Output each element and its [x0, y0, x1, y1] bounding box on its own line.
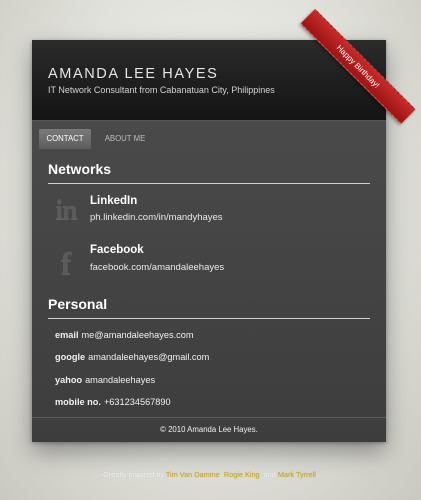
credit-link-rogie[interactable]: Rogie King [224, 470, 260, 479]
mobile-value[interactable]: +631234567890 [104, 397, 171, 407]
email-value[interactable]: me@amandaleehayes.com [82, 330, 194, 340]
networks-heading: Networks [48, 161, 112, 177]
tab-contact[interactable]: CONTACT [39, 129, 91, 149]
credit-sep-2: , and [259, 470, 278, 479]
linkedin-icon[interactable]: in [46, 191, 86, 231]
yahoo-value[interactable]: amandaleehayes [85, 375, 155, 385]
credit-link-mark[interactable]: Mark Tyrrell [278, 470, 316, 479]
linkedin-name: LinkedIn [90, 195, 138, 207]
footer-divider [32, 417, 386, 418]
google-value[interactable]: amandaleehayes@gmail.com [88, 352, 209, 362]
credit-prefix: Greatly inspired by [103, 470, 166, 479]
facebook-icon[interactable]: f [46, 241, 86, 281]
personal-row-yahoo: yahoo amandaleehayes [55, 375, 155, 385]
personal-row-mobile: mobile no. +631234567890 [55, 397, 171, 407]
credit-link-tim[interactable]: Tim Van Damme [166, 470, 220, 479]
linkedin-url[interactable]: ph.linkedin.com/in/mandyhayes [90, 212, 223, 223]
mobile-label: mobile no. [55, 397, 101, 407]
facebook-name: Facebook [90, 244, 144, 256]
profile-tagline: IT Network Consultant from Cabanatuan Ci… [48, 85, 275, 95]
tab-bar: CONTACT ABOUT ME [32, 121, 386, 149]
personal-row-google: google amandaleehayes@gmail.com [55, 352, 209, 362]
google-label: google [55, 352, 86, 362]
personal-heading: Personal [48, 296, 108, 312]
copyright-text: © 2010 Amanda Lee Hayes. [160, 425, 258, 434]
email-label: email [55, 330, 79, 340]
tab-about-me[interactable]: ABOUT ME [100, 129, 150, 149]
networks-divider [48, 183, 370, 184]
personal-row-email: email me@amandaleehayes.com [55, 330, 193, 340]
personal-divider [48, 318, 370, 319]
credit-line: Greatly inspired by Tim Van Damme, Rogie… [0, 470, 421, 479]
yahoo-label: yahoo [55, 375, 83, 385]
facebook-url[interactable]: facebook.com/amandaleehayes [90, 262, 224, 273]
credit-suffix: . [315, 470, 318, 479]
profile-name: AMANDA LEE HAYES [48, 66, 219, 82]
profile-card: AMANDA LEE HAYES IT Network Consultant f… [32, 40, 386, 442]
